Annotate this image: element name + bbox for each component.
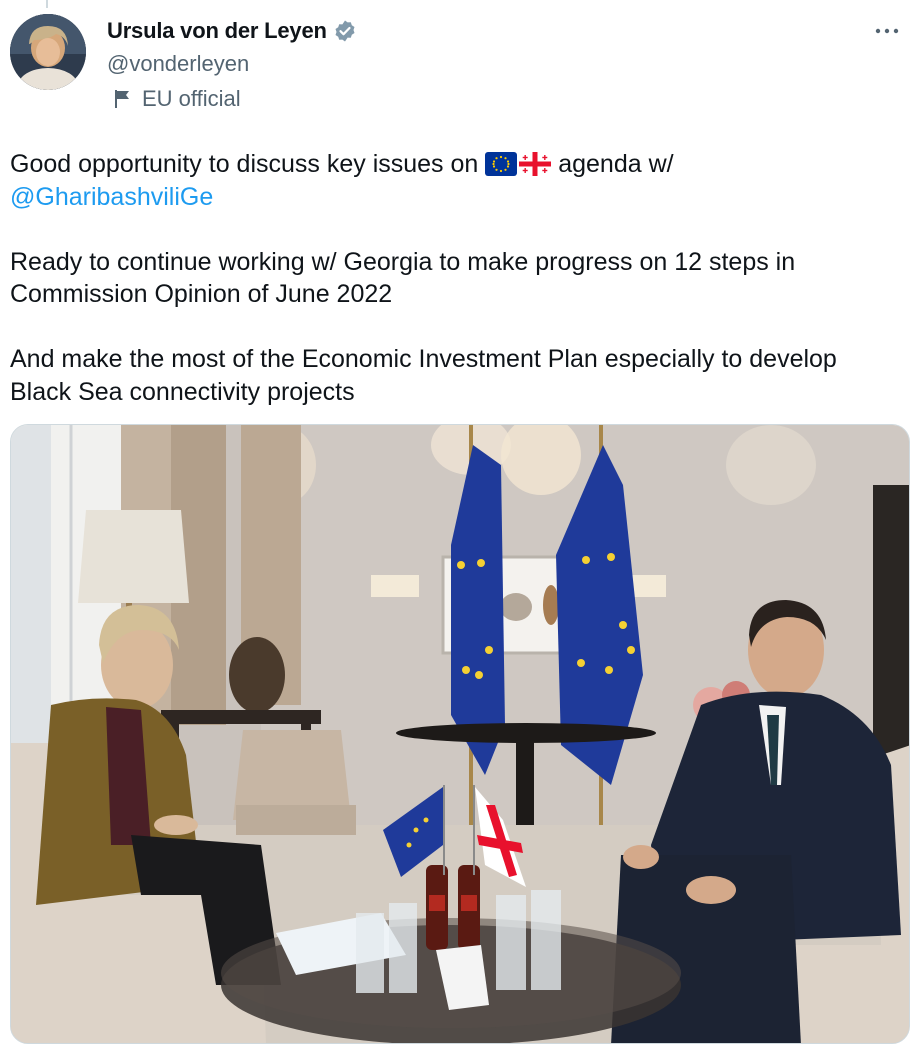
tweet-paragraph-1: Good opportunity to discuss key issues o… <box>10 150 674 211</box>
affiliation: EU official <box>114 86 241 112</box>
georgia-flag-icon <box>519 152 552 176</box>
affiliation-label: EU official <box>142 86 241 111</box>
mention-link[interactable]: @GharibashviliGe <box>10 183 213 211</box>
thread-connector <box>46 0 48 8</box>
author-name[interactable]: Ursula von der Leyen <box>107 18 327 44</box>
name-row: Ursula von der Leyen <box>107 14 357 48</box>
tweet-paragraph-2: Ready to continue working w/ Georgia to … <box>10 247 796 309</box>
eu-flag-icon <box>485 152 518 176</box>
tweet-photo[interactable] <box>10 424 910 1044</box>
author-block: Ursula von der Leyen @vonderleyen <box>107 14 357 80</box>
tweet-text: Good opportunity to discuss key issues o… <box>10 148 900 408</box>
tweet-paragraph-3: And make the most of the Economic Invest… <box>10 345 837 406</box>
author-handle[interactable]: @vonderleyen <box>107 48 357 80</box>
more-icon[interactable] <box>874 26 900 36</box>
avatar[interactable] <box>10 14 86 90</box>
flag-icon <box>115 90 129 108</box>
verified-badge-icon <box>335 20 355 42</box>
